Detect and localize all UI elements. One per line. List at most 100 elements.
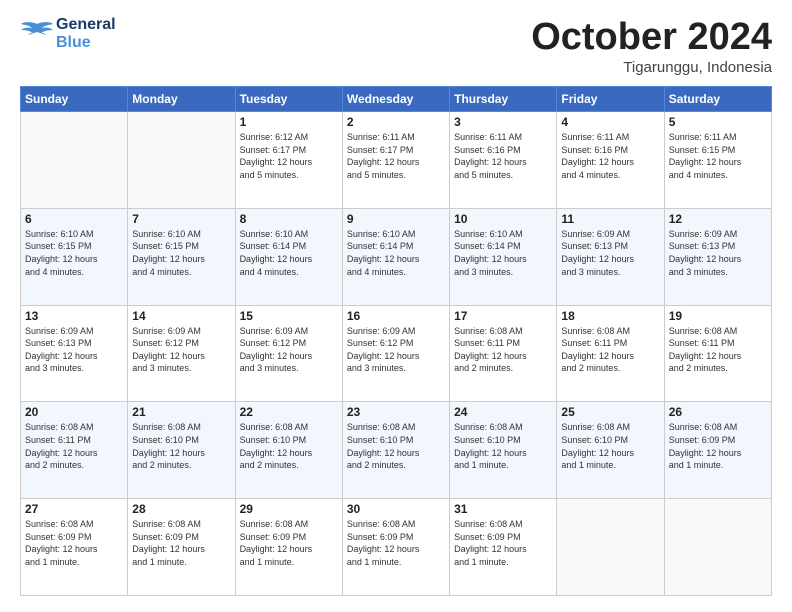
day-number: 10 — [454, 212, 552, 226]
calendar-table: SundayMondayTuesdayWednesdayThursdayFrid… — [20, 86, 772, 596]
day-info: Sunrise: 6:12 AM Sunset: 6:17 PM Dayligh… — [240, 131, 338, 181]
day-number: 25 — [561, 405, 659, 419]
day-number: 11 — [561, 212, 659, 226]
day-number: 14 — [132, 309, 230, 323]
day-info: Sunrise: 6:11 AM Sunset: 6:17 PM Dayligh… — [347, 131, 445, 181]
day-info: Sunrise: 6:08 AM Sunset: 6:10 PM Dayligh… — [347, 421, 445, 471]
calendar-cell: 11 Sunrise: 6:09 AM Sunset: 6:13 PM Dayli… — [557, 208, 664, 305]
logo-blue: Blue — [56, 34, 116, 52]
day-number: 23 — [347, 405, 445, 419]
calendar-cell: 12Sunrise: 6:09 AM Sunset: 6:13 PM Dayli… — [664, 208, 771, 305]
calendar-week-row: 20Sunrise: 6:08 AM Sunset: 6:11 PM Dayli… — [21, 402, 772, 499]
day-info: Sunrise: 6:09 AM Sunset: 6:13 PM Dayligh… — [561, 228, 659, 278]
day-info: Sunrise: 6:08 AM Sunset: 6:10 PM Dayligh… — [454, 421, 552, 471]
calendar-cell: 18 Sunrise: 6:08 AM Sunset: 6:11 PM Dayli… — [557, 305, 664, 402]
day-number: 30 — [347, 502, 445, 516]
calendar-cell: 10 Sunrise: 6:10 AM Sunset: 6:14 PM Dayli… — [450, 208, 557, 305]
day-number: 31 — [454, 502, 552, 516]
calendar-cell: 25 Sunrise: 6:08 AM Sunset: 6:10 PM Dayli… — [557, 402, 664, 499]
calendar-week-row: 1 Sunrise: 6:12 AM Sunset: 6:17 PM Daylig… — [21, 112, 772, 209]
day-info: Sunrise: 6:09 AM Sunset: 6:12 PM Dayligh… — [240, 325, 338, 375]
calendar-cell: 14 Sunrise: 6:09 AM Sunset: 6:12 PM Dayli… — [128, 305, 235, 402]
day-info: Sunrise: 6:10 AM Sunset: 6:15 PM Dayligh… — [25, 228, 123, 278]
calendar-header-thursday: Thursday — [450, 87, 557, 112]
day-info: Sunrise: 6:10 AM Sunset: 6:14 PM Dayligh… — [347, 228, 445, 278]
day-number: 5 — [669, 115, 767, 129]
calendar-cell: 13Sunrise: 6:09 AM Sunset: 6:13 PM Dayli… — [21, 305, 128, 402]
calendar-cell — [664, 499, 771, 596]
day-info: Sunrise: 6:11 AM Sunset: 6:16 PM Dayligh… — [454, 131, 552, 181]
calendar-cell: 22 Sunrise: 6:08 AM Sunset: 6:10 PM Dayli… — [235, 402, 342, 499]
day-info: Sunrise: 6:08 AM Sunset: 6:10 PM Dayligh… — [132, 421, 230, 471]
day-info: Sunrise: 6:11 AM Sunset: 6:16 PM Dayligh… — [561, 131, 659, 181]
logo: General Blue — [20, 16, 116, 51]
calendar-cell: 21 Sunrise: 6:08 AM Sunset: 6:10 PM Dayli… — [128, 402, 235, 499]
day-info: Sunrise: 6:08 AM Sunset: 6:09 PM Dayligh… — [25, 518, 123, 568]
day-info: Sunrise: 6:10 AM Sunset: 6:14 PM Dayligh… — [454, 228, 552, 278]
calendar-cell: 2 Sunrise: 6:11 AM Sunset: 6:17 PM Daylig… — [342, 112, 449, 209]
day-number: 17 — [454, 309, 552, 323]
day-info: Sunrise: 6:08 AM Sunset: 6:09 PM Dayligh… — [132, 518, 230, 568]
day-info: Sunrise: 6:08 AM Sunset: 6:11 PM Dayligh… — [25, 421, 123, 471]
day-number: 19 — [669, 309, 767, 323]
day-info: Sunrise: 6:08 AM Sunset: 6:11 PM Dayligh… — [561, 325, 659, 375]
day-info: Sunrise: 6:08 AM Sunset: 6:10 PM Dayligh… — [561, 421, 659, 471]
calendar-cell: 30 Sunrise: 6:08 AM Sunset: 6:09 PM Dayli… — [342, 499, 449, 596]
calendar-cell: 28 Sunrise: 6:08 AM Sunset: 6:09 PM Dayli… — [128, 499, 235, 596]
calendar-header-sunday: Sunday — [21, 87, 128, 112]
day-number: 24 — [454, 405, 552, 419]
month-title: October 2024 — [531, 16, 772, 59]
day-info: Sunrise: 6:08 AM Sunset: 6:09 PM Dayligh… — [240, 518, 338, 568]
day-info: Sunrise: 6:09 AM Sunset: 6:13 PM Dayligh… — [669, 228, 767, 278]
day-number: 2 — [347, 115, 445, 129]
calendar-header-monday: Monday — [128, 87, 235, 112]
day-number: 9 — [347, 212, 445, 226]
calendar-header-wednesday: Wednesday — [342, 87, 449, 112]
calendar-cell: 31 Sunrise: 6:08 AM Sunset: 6:09 PM Dayli… — [450, 499, 557, 596]
calendar-header-row: SundayMondayTuesdayWednesdayThursdayFrid… — [21, 87, 772, 112]
day-number: 13 — [25, 309, 123, 323]
calendar-cell: 9 Sunrise: 6:10 AM Sunset: 6:14 PM Daylig… — [342, 208, 449, 305]
day-info: Sunrise: 6:08 AM Sunset: 6:11 PM Dayligh… — [454, 325, 552, 375]
day-number: 29 — [240, 502, 338, 516]
header: General Blue October 2024 Tigarunggu, In… — [20, 16, 772, 76]
day-info: Sunrise: 6:10 AM Sunset: 6:14 PM Dayligh… — [240, 228, 338, 278]
day-number: 6 — [25, 212, 123, 226]
calendar-cell: 27Sunrise: 6:08 AM Sunset: 6:09 PM Dayli… — [21, 499, 128, 596]
calendar-cell: 3 Sunrise: 6:11 AM Sunset: 6:16 PM Daylig… — [450, 112, 557, 209]
calendar-cell: 17 Sunrise: 6:08 AM Sunset: 6:11 PM Dayli… — [450, 305, 557, 402]
day-number: 3 — [454, 115, 552, 129]
logo-general: General — [56, 16, 116, 34]
day-info: Sunrise: 6:09 AM Sunset: 6:12 PM Dayligh… — [347, 325, 445, 375]
day-number: 1 — [240, 115, 338, 129]
calendar-cell: 8 Sunrise: 6:10 AM Sunset: 6:14 PM Daylig… — [235, 208, 342, 305]
day-number: 18 — [561, 309, 659, 323]
calendar-cell: 29 Sunrise: 6:08 AM Sunset: 6:09 PM Dayli… — [235, 499, 342, 596]
day-info: Sunrise: 6:08 AM Sunset: 6:09 PM Dayligh… — [347, 518, 445, 568]
calendar-cell: 1 Sunrise: 6:12 AM Sunset: 6:17 PM Daylig… — [235, 112, 342, 209]
day-number: 4 — [561, 115, 659, 129]
day-info: Sunrise: 6:08 AM Sunset: 6:10 PM Dayligh… — [240, 421, 338, 471]
day-number: 16 — [347, 309, 445, 323]
calendar-cell: 26 Sunrise: 6:08 AM Sunset: 6:09 PM Dayli… — [664, 402, 771, 499]
calendar-cell: 16 Sunrise: 6:09 AM Sunset: 6:12 PM Dayli… — [342, 305, 449, 402]
day-number: 28 — [132, 502, 230, 516]
calendar-header-friday: Friday — [557, 87, 664, 112]
day-info: Sunrise: 6:10 AM Sunset: 6:15 PM Dayligh… — [132, 228, 230, 278]
subtitle: Tigarunggu, Indonesia — [531, 59, 772, 76]
calendar-cell — [557, 499, 664, 596]
page: General Blue October 2024 Tigarunggu, In… — [0, 0, 792, 612]
day-info: Sunrise: 6:09 AM Sunset: 6:12 PM Dayligh… — [132, 325, 230, 375]
calendar-week-row: 27Sunrise: 6:08 AM Sunset: 6:09 PM Dayli… — [21, 499, 772, 596]
calendar-header-tuesday: Tuesday — [235, 87, 342, 112]
logo-bird-icon — [20, 20, 54, 48]
day-info: Sunrise: 6:08 AM Sunset: 6:09 PM Dayligh… — [454, 518, 552, 568]
day-number: 22 — [240, 405, 338, 419]
calendar-cell: 24 Sunrise: 6:08 AM Sunset: 6:10 PM Dayli… — [450, 402, 557, 499]
day-number: 26 — [669, 405, 767, 419]
day-info: Sunrise: 6:08 AM Sunset: 6:11 PM Dayligh… — [669, 325, 767, 375]
day-info: Sunrise: 6:08 AM Sunset: 6:09 PM Dayligh… — [669, 421, 767, 471]
day-number: 21 — [132, 405, 230, 419]
calendar-cell: 6 Sunrise: 6:10 AM Sunset: 6:15 PM Daylig… — [21, 208, 128, 305]
day-number: 8 — [240, 212, 338, 226]
